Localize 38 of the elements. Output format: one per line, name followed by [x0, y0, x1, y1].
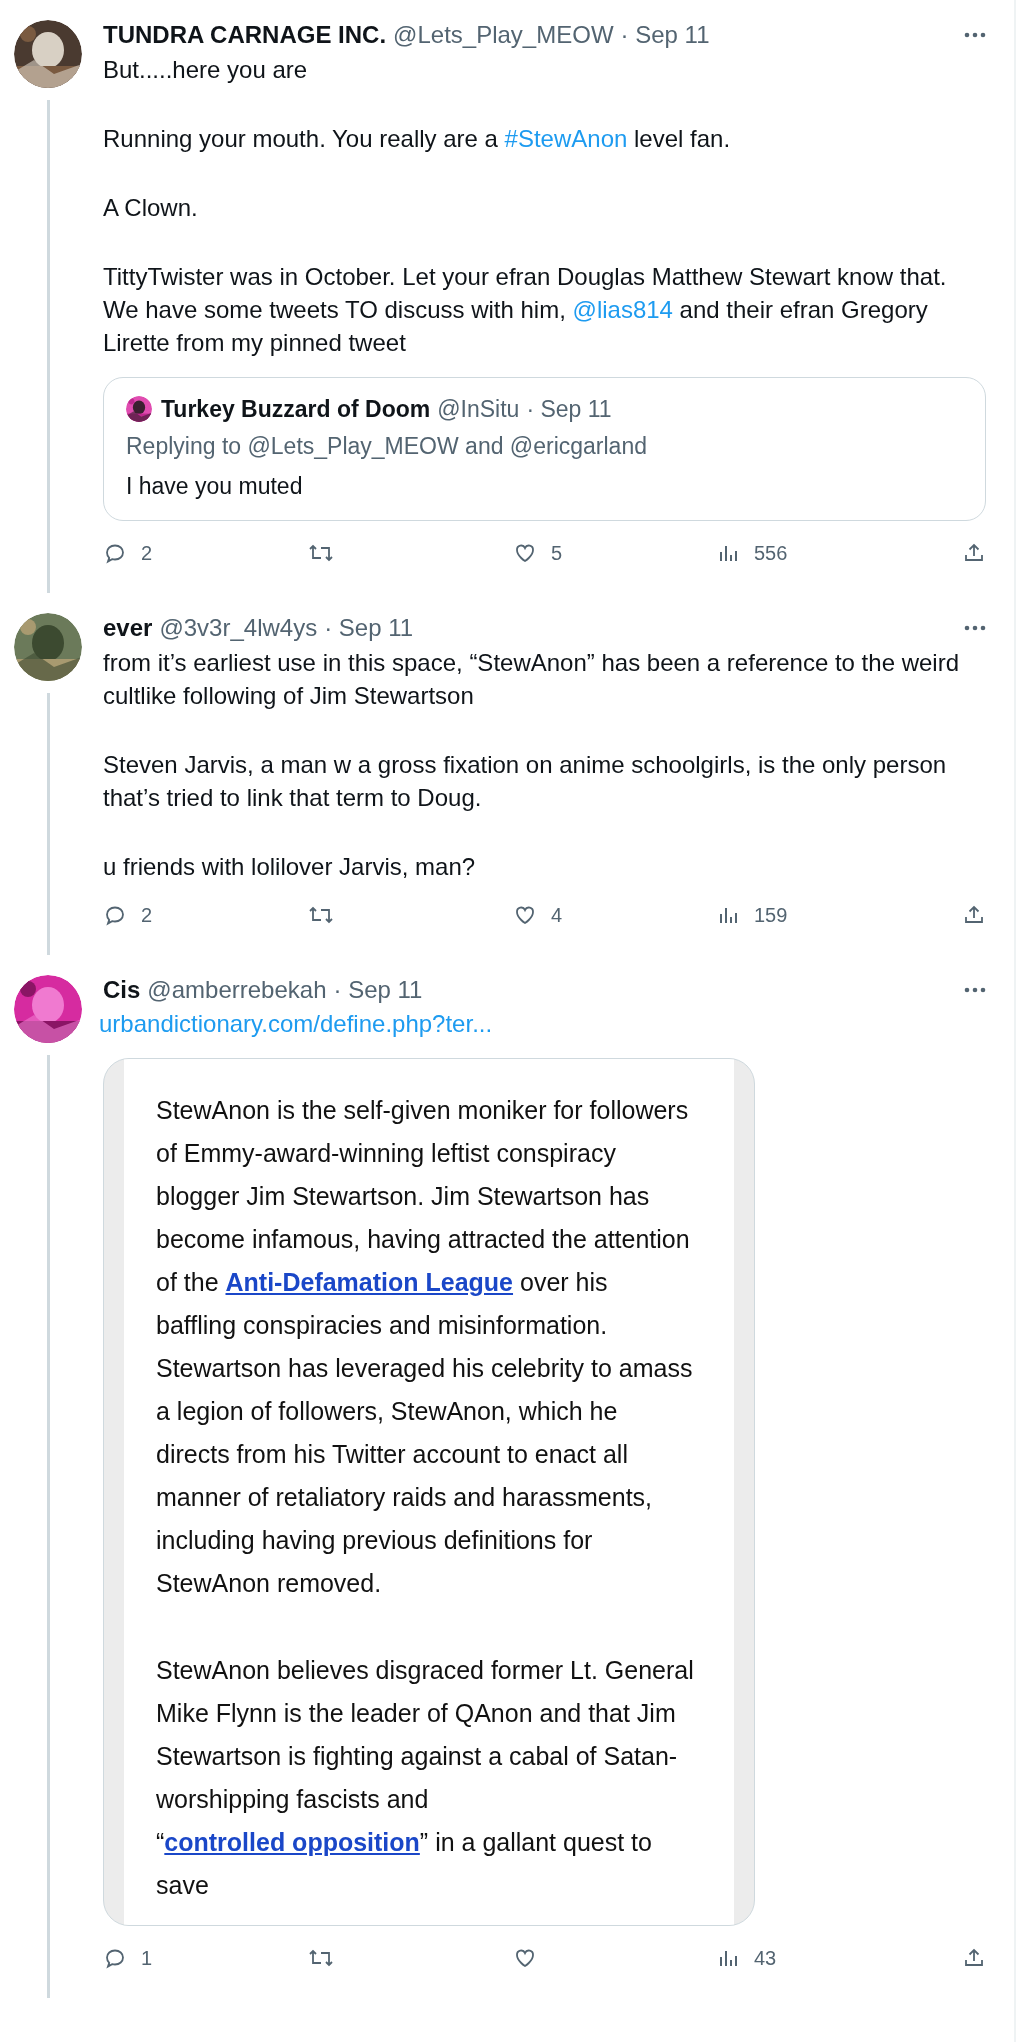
author-handle: @InSitu: [437, 395, 520, 424]
tweet-text: TittyTwister was in October. Let your efran Douglas Matthew Stewart know that. We have some tweets TO discuss with him, @lias814 and their efran Gregory Lirette from my pinned tweet: [103, 262, 948, 358]
reply-count: 1: [141, 1946, 153, 1970]
tweet-text: from it’s earliest use in this space, “StewAnon” has been a reference to the weird cultlike following of Jim Stewartson: [103, 648, 960, 711]
tweet-text: Running your mouth. You really are a #StewAnon level fan.: [103, 124, 732, 154]
reply-count: 2: [141, 903, 153, 927]
quoted-tweet[interactable]: Turkey Buzzard of Doom @InSitu · Sep 11 Replying to @Lets_Play_MEOW and @ericgarland I have you muted: [103, 377, 986, 521]
definition-link[interactable]: Anti-Defamation League: [225, 1268, 514, 1296]
view-count: 159: [754, 903, 788, 927]
view-count: 556: [754, 541, 788, 565]
post-date[interactable]: · Sep 11: [333, 975, 423, 1005]
definition-text: StewAnon believes disgraced former Lt. General Mike Flynn is the leader of QAnon and that Jim Stewartson is fighting against a cabal of Satan-worshipping fascists and “controlled opposition” in a gallant quest to save: [156, 1655, 694, 1901]
replying-to-text: Replying to @Lets_Play_MEOW and @ericgarland: [126, 432, 648, 461]
definition-link[interactable]: controlled opposition: [164, 1828, 420, 1856]
tweet-text: Steven Jarvis, a man w a gross fixation on anime schoolgirls, is the only person that’s tried to link that term to Doug.: [103, 750, 948, 813]
author-name[interactable]: ever: [103, 613, 153, 643]
quoted-text: I have you muted: [126, 472, 304, 501]
view-count: 43: [754, 1946, 777, 1970]
definition-screenshot[interactable]: [103, 1058, 755, 1926]
author-handle[interactable]: @3v3r_4lw4ys: [159, 613, 318, 643]
like-count: 4: [551, 903, 563, 927]
more-icon[interactable]: [964, 987, 986, 993]
author-handle[interactable]: @Lets_Play_MEOW: [393, 20, 614, 50]
reply-count: 2: [141, 541, 153, 565]
post-date[interactable]: · Sep 11: [620, 20, 710, 50]
more-icon[interactable]: [964, 32, 986, 38]
more-icon[interactable]: [964, 625, 986, 631]
tweet-text: A Clown.: [103, 193, 199, 223]
author-handle[interactable]: @amberrebekah: [147, 975, 327, 1005]
post-date[interactable]: · Sep 11: [324, 613, 414, 643]
post-date: · Sep 11: [526, 395, 612, 424]
tweet-text: But.....here you are: [103, 55, 309, 85]
definition-text: StewAnon is the self-given moniker for followers of Emmy-award-winning leftist conspiracy blogger Jim Stewartson. Jim Stewartson has become infamous, having attracted the attention of the Anti-Defamation League over his baffling conspiracies and misinformation. Stewartson has leveraged his celebrity to amass a legion of followers, StewAnon, which he directs from his Twitter account to enact all manner of retaliatory raids and harassments, including having previous definitions for StewAnon removed.: [156, 1095, 694, 1599]
like-count: 5: [551, 541, 563, 565]
tweet-text: u friends with lolilover Jarvis, man?: [103, 852, 477, 882]
author-name[interactable]: Cis: [103, 975, 141, 1005]
author-name[interactable]: TUNDRA CARNAGE INC.: [103, 20, 387, 50]
author-name: Turkey Buzzard of Doom: [161, 395, 431, 424]
